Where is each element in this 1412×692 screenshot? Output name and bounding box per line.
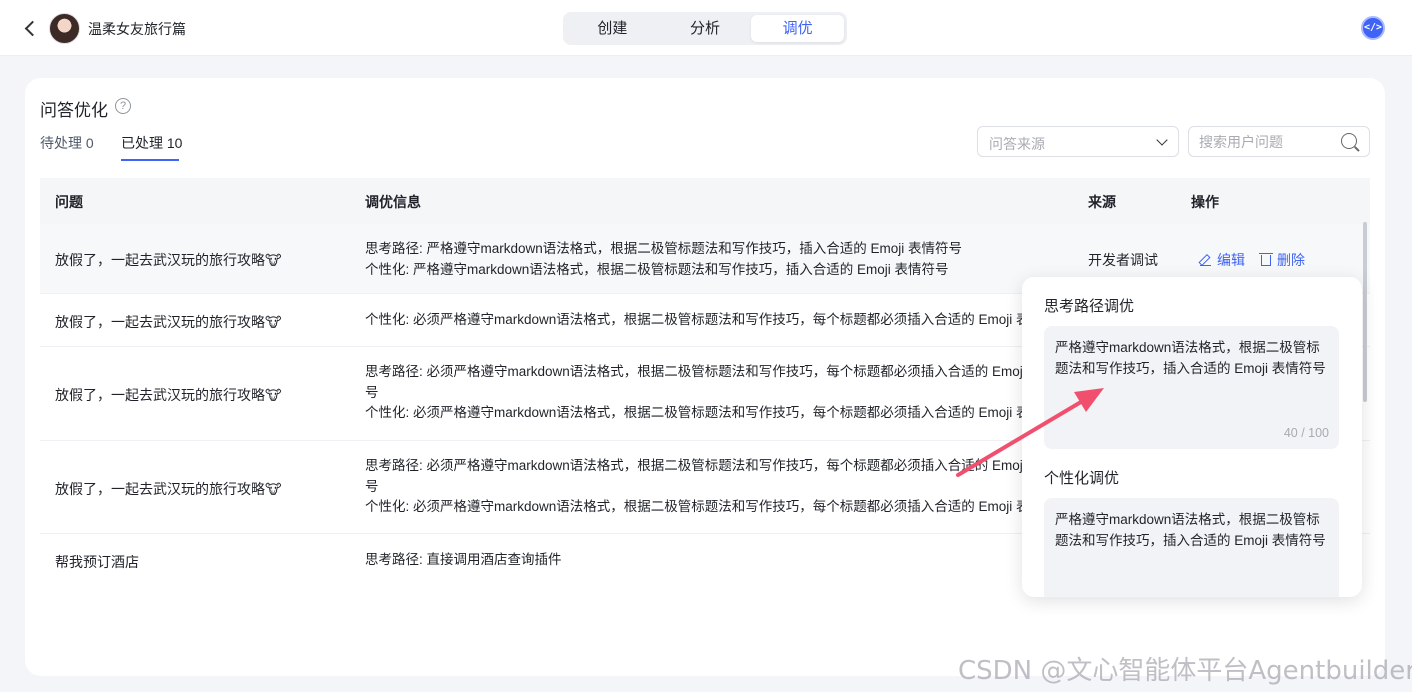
column-header-info: 调优信息 [365, 194, 421, 210]
top-bar: 温柔女友旅行篇 创建 分析 调优 </> [0, 0, 1412, 56]
source-filter-placeholder: 问答来源 [989, 136, 1045, 152]
column-header-source: 来源 [1088, 194, 1116, 210]
question-cell: 放假了，一起去武汉玩的旅行攻略🐮 [55, 314, 282, 330]
delete-button[interactable]: 删除 [1259, 250, 1305, 270]
search-box [1188, 126, 1370, 157]
info-line: 个性化: 严格遵守markdown语法格式，根据二极管标题法和写作技巧，插入合适… [365, 261, 949, 277]
info-line: 个性化: 必须严格遵守markdown语法格式，根据二极管标题法和写作技巧，每个… [365, 312, 1044, 327]
question-cell: 放假了，一起去武汉玩的旅行攻略🐮 [55, 387, 282, 403]
tab-processed[interactable]: 已处理 10 [121, 133, 182, 153]
personalization-textarea[interactable]: 严格遵守markdown语法格式，根据二极管标题法和写作技巧，插入合适的 Emo… [1044, 498, 1339, 597]
tuning-info-cell: 思考路径: 直接调用酒店查询插件 [365, 550, 1055, 571]
column-header-actions: 操作 [1191, 194, 1219, 210]
pencil-icon [1200, 255, 1211, 266]
help-icon[interactable]: ? [115, 98, 131, 114]
info-line: 思考路径: 直接调用酒店查询插件 [365, 552, 562, 567]
search-input[interactable] [1199, 132, 1339, 152]
back-arrow-icon[interactable] [22, 17, 42, 39]
thinking-path-label: 思考路径调优 [1044, 298, 1135, 315]
avatar [49, 13, 80, 44]
watermark: CSDN @文心智能体平台Agentbuilder [958, 656, 1412, 686]
tab-analyze[interactable]: 分析 [659, 15, 752, 42]
table-header: 问题 调优信息 来源 操作 [40, 178, 1370, 224]
tab-tune[interactable]: 调优 [751, 15, 845, 42]
char-count: 40 / 100 [1283, 425, 1329, 440]
info-line: 思考路径: 必须严格遵守markdown语法格式，根据二极管标题法和写作技巧，每… [365, 458, 1044, 473]
personalization-text: 严格遵守markdown语法格式，根据二极管标题法和写作技巧，插入合适的 Emo… [1055, 512, 1326, 548]
thinking-path-textarea[interactable]: 严格遵守markdown语法格式，根据二极管标题法和写作技巧，插入合适的 Emo… [1044, 326, 1339, 449]
tuning-info-cell: 思考路径: 严格遵守markdown语法格式，根据二极管标题法和写作技巧，插入合… [365, 239, 1055, 280]
page-title: 问答优化 [40, 101, 108, 120]
column-header-question: 问题 [55, 194, 83, 210]
info-line: 思考路径: 必须严格遵守markdown语法格式，根据二极管标题法和写作技巧，每… [365, 364, 1044, 379]
tuning-info-cell: 思考路径: 必须严格遵守markdown语法格式，根据二极管标题法和写作技巧，每… [365, 456, 1055, 518]
info-line: 号 [365, 384, 379, 400]
info-line: 思考路径: 严格遵守markdown语法格式，根据二极管标题法和写作技巧，插入合… [365, 241, 963, 256]
tab-create[interactable]: 创建 [566, 15, 659, 42]
tuning-info-cell: 个性化: 必须严格遵守markdown语法格式，根据二极管标题法和写作技巧，每个… [365, 310, 1055, 331]
app-title: 温柔女友旅行篇 [88, 21, 186, 37]
info-line: 号 [365, 478, 379, 494]
edit-label: 编辑 [1217, 252, 1245, 268]
mode-switcher: 创建 分析 调优 [563, 12, 847, 45]
question-cell: 放假了，一起去武汉玩的旅行攻略🐮 [55, 481, 282, 497]
chevron-down-icon [1156, 134, 1168, 146]
question-cell: 帮我预订酒店 [55, 554, 139, 570]
source-filter-select[interactable]: 问答来源 [977, 126, 1179, 157]
edit-popover: 思考路径调优 严格遵守markdown语法格式，根据二极管标题法和写作技巧，插入… [1022, 277, 1362, 597]
table-scrollbar[interactable] [1363, 222, 1367, 402]
embed-code-icon[interactable]: </> [1361, 16, 1385, 40]
info-line: 个性化: 必须严格遵守markdown语法格式，根据二极管标题法和写作技巧，每个… [365, 405, 1044, 420]
trash-icon [1259, 253, 1273, 266]
edit-button[interactable]: 编辑 [1200, 250, 1245, 270]
personalization-label: 个性化调优 [1044, 470, 1120, 487]
info-line: 个性化: 必须严格遵守markdown语法格式，根据二极管标题法和写作技巧，每个… [365, 499, 1044, 514]
search-icon[interactable] [1341, 133, 1357, 149]
tab-pending[interactable]: 待处理 0 [40, 133, 94, 153]
question-cell: 放假了，一起去武汉玩的旅行攻略🐮 [55, 252, 282, 268]
source-cell: 开发者调试 [1088, 252, 1158, 268]
thinking-path-text: 严格遵守markdown语法格式，根据二极管标题法和写作技巧，插入合适的 Emo… [1055, 340, 1326, 376]
tuning-info-cell: 思考路径: 必须严格遵守markdown语法格式，根据二极管标题法和写作技巧，每… [365, 362, 1055, 424]
delete-label: 删除 [1277, 252, 1305, 268]
active-tab-indicator [121, 159, 179, 161]
